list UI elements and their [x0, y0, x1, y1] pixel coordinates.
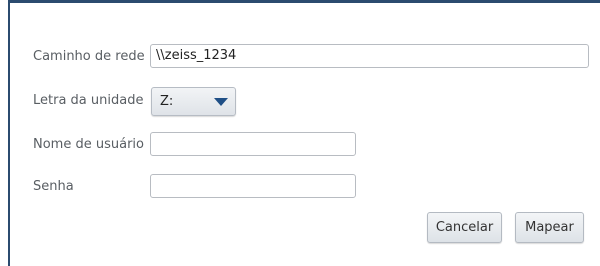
drive-letter-value: Z:	[160, 94, 174, 109]
network-path-input[interactable]: \\zeiss_1234	[150, 44, 589, 68]
password-label: Senha	[33, 179, 74, 194]
password-input[interactable]	[150, 174, 356, 198]
window-left-border	[8, 0, 10, 266]
cancel-button[interactable]: Cancelar	[427, 212, 502, 243]
username-label: Nome de usuário	[33, 137, 144, 152]
window-top-border	[8, 0, 600, 3]
drive-letter-label: Letra da unidade	[33, 93, 144, 108]
network-path-label: Caminho de rede	[33, 49, 145, 64]
map-button[interactable]: Mapear	[515, 212, 584, 243]
caret-down-icon	[214, 98, 228, 106]
drive-letter-dropdown[interactable]: Z:	[151, 87, 236, 116]
network-path-value: \\zeiss_1234	[156, 48, 237, 63]
username-input[interactable]	[150, 132, 356, 156]
